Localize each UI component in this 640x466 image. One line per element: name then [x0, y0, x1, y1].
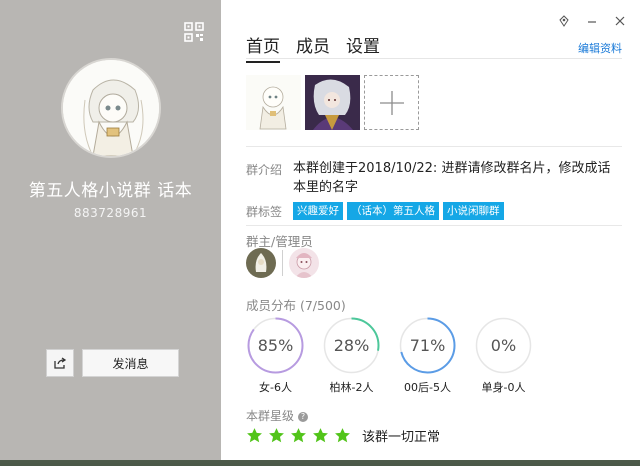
star-rating: 该群一切正常 — [246, 426, 440, 445]
minimize-icon[interactable] — [586, 15, 598, 27]
distribution-item: 0% 单身-0人 — [474, 316, 533, 395]
tag-list: 兴趣爱好 （话本）第五人格 小说闲聊群 — [293, 202, 504, 220]
divider — [246, 146, 622, 147]
distribution-label: 成员分布 (7/500) — [246, 298, 346, 313]
window-controls — [558, 14, 626, 28]
owner-avatar[interactable] — [246, 248, 276, 278]
share-icon — [54, 357, 67, 369]
distribution-percent: 85% — [257, 336, 294, 355]
group-avatar[interactable] — [61, 58, 161, 158]
edit-profile-link[interactable]: 编辑资料 — [578, 40, 622, 56]
distribution-ring: 28% — [322, 316, 381, 375]
right-panel: 首页 成员 设置 编辑资料 群介绍 本群创建于2018/10/22: 进群请修改… — [221, 0, 640, 460]
level-status-text: 该群一切正常 — [362, 430, 441, 445]
distribution-percent: 71% — [409, 336, 446, 355]
star-icon — [335, 428, 350, 443]
group-id: 883728961 — [73, 206, 148, 220]
photo-strip — [246, 75, 419, 130]
tag-badge[interactable]: （话本）第五人格 — [347, 202, 439, 220]
distribution-ring: 0% — [474, 316, 533, 375]
qr-code-icon[interactable] — [184, 22, 204, 42]
close-icon[interactable] — [614, 15, 626, 27]
tags-label: 群标签 — [246, 205, 283, 219]
level-label-row: 本群星级? — [246, 407, 309, 424]
star-icon — [313, 428, 328, 443]
group-profile-window: 第五人格小说群 话本 883728961 发消息 首页 成员 设置 编辑资料 群… — [0, 0, 640, 460]
distribution-item: 28% 柏林-2人 — [322, 316, 381, 395]
member-distribution: 85% 女-6人 28% 柏林-2人 71% 00后-5人 0% 单身-0人 — [246, 316, 533, 395]
admin-separator — [282, 250, 283, 276]
distribution-ring: 85% — [246, 316, 305, 375]
left-panel: 第五人格小说群 话本 883728961 发消息 — [0, 0, 221, 460]
distribution-label-text: 柏林-2人 — [329, 381, 374, 394]
tag-badge[interactable]: 兴趣爱好 — [293, 202, 343, 220]
group-photo-thumbnail[interactable] — [305, 75, 360, 130]
tag-badge[interactable]: 小说闲聊群 — [443, 202, 504, 220]
admin-avatar[interactable] — [289, 248, 319, 278]
distribution-item: 71% 00后-5人 — [398, 316, 457, 395]
admin-list — [246, 248, 319, 278]
group-name: 第五人格小说群 话本 — [28, 181, 193, 201]
intro-text: 本群创建于2018/10/22: 进群请修改群名片，修改成话本里的名字 — [293, 161, 611, 195]
distribution-label-text: 单身-0人 — [481, 381, 526, 394]
distribution-label-text: 00后-5人 — [404, 381, 451, 394]
help-icon[interactable]: ? — [298, 412, 309, 422]
distribution-ring: 71% — [398, 316, 457, 375]
group-photo-thumbnail[interactable] — [246, 75, 301, 130]
add-photo-button[interactable] — [364, 75, 419, 130]
star-icon — [269, 428, 284, 443]
distribution-percent: 28% — [333, 336, 370, 355]
pin-icon[interactable] — [558, 15, 570, 27]
send-message-button[interactable]: 发消息 — [82, 349, 179, 377]
distribution-percent: 0% — [490, 336, 517, 355]
distribution-label-text: 女-6人 — [259, 381, 292, 394]
divider — [246, 225, 622, 226]
intro-label: 群介绍 — [246, 163, 283, 177]
star-list — [246, 427, 351, 444]
plus-icon — [379, 90, 404, 115]
star-icon — [247, 428, 262, 443]
distribution-item: 85% 女-6人 — [246, 316, 305, 395]
level-label: 本群星级 — [246, 409, 295, 423]
star-icon — [291, 428, 306, 443]
tab-divider — [246, 58, 622, 59]
share-button[interactable] — [46, 349, 74, 377]
